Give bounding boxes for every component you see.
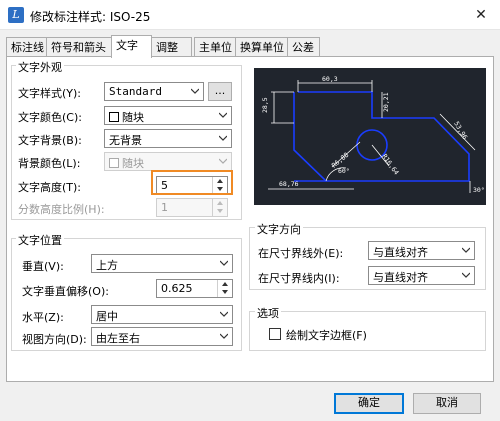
preview-dim-7: 68,76	[279, 180, 299, 188]
preview-drawing: 60,3 28,5 20,21 53,96 R16,64 R6,88 60° 6…	[261, 75, 485, 194]
fraction-height-label: 分数高度比例(H):	[18, 203, 105, 216]
text-color-select[interactable]: 随块	[104, 106, 232, 125]
horizontal-value: 居中	[96, 310, 118, 323]
preview-dim-6: 60°	[338, 167, 350, 175]
tab-text[interactable]: 文字	[111, 35, 152, 58]
window-title: 修改标注样式: ISO-25	[30, 10, 151, 24]
inside-extension-select[interactable]: 与直线对齐	[368, 266, 475, 285]
text-height-label: 文字高度(T):	[18, 181, 82, 194]
app-logo-icon: L	[8, 7, 24, 23]
chevron-down-icon	[220, 333, 228, 339]
options-title: 选项	[255, 305, 281, 321]
view-direction-label: 视图方向(D):	[22, 333, 87, 346]
chevron-down-icon	[220, 311, 228, 317]
fraction-height-value: 1	[161, 201, 168, 214]
vertical-value: 上方	[96, 259, 118, 272]
cancel-button[interactable]: 取消	[413, 393, 481, 414]
text-style-value: Standard	[109, 85, 162, 98]
inside-extension-label: 在尺寸界线内(I):	[258, 272, 340, 285]
vertical-offset-label: 文字垂直偏移(O):	[22, 285, 109, 298]
vertical-offset-input[interactable]: 0.625	[156, 279, 233, 298]
tab-alternate-units[interactable]: 换算单位	[235, 37, 288, 57]
text-placement-title: 文字位置	[16, 232, 64, 248]
tab-fit[interactable]: 调整	[151, 37, 192, 57]
chevron-down-icon	[462, 272, 470, 278]
background-color-select: 随块	[104, 152, 232, 171]
preview-dim-4: R16,64	[380, 153, 400, 177]
preview-dim-3: 53,96	[452, 120, 469, 141]
options-group	[249, 311, 486, 351]
text-background-value: 无背景	[109, 134, 142, 147]
preview-dim-0: 60,3	[322, 75, 338, 83]
close-icon: ✕	[475, 7, 487, 23]
text-background-label: 文字背景(B):	[18, 134, 82, 147]
chevron-down-icon	[219, 135, 227, 141]
spin-up-icon	[217, 201, 223, 205]
chevron-down-icon	[219, 158, 227, 164]
spin-up-icon[interactable]	[218, 280, 232, 288]
tab-symbols-arrows[interactable]: 符号和箭头	[46, 37, 112, 57]
spin-down-icon[interactable]	[218, 288, 232, 296]
text-style-select[interactable]: Standard	[104, 82, 204, 101]
horizontal-label: 水平(Z):	[22, 311, 64, 324]
chevron-down-icon	[219, 112, 227, 118]
vertical-label: 垂直(V):	[22, 260, 64, 273]
text-color-value: 随块	[122, 111, 144, 124]
text-alignment-title: 文字方向	[255, 221, 303, 237]
tab-primary-units[interactable]: 主单位	[194, 37, 236, 57]
preview-dim-2: 20,21	[382, 92, 390, 112]
text-color-label: 文字颜色(C):	[18, 111, 82, 124]
outside-extension-label: 在尺寸界线外(E):	[258, 247, 344, 260]
chevron-down-icon	[191, 88, 199, 94]
outside-extension-value: 与直线对齐	[373, 246, 428, 259]
color-swatch-icon	[109, 112, 119, 122]
color-swatch-icon	[109, 158, 119, 168]
tab-dimension-lines[interactable]: 标注线	[6, 37, 47, 57]
chevron-down-icon	[462, 247, 470, 253]
tab-panel-text: 文字外观 文字样式(Y): Standard ... 文字颜色(C): 随块 文…	[6, 56, 494, 382]
background-color-value: 随块	[122, 157, 144, 170]
text-height-highlight	[151, 170, 233, 195]
view-direction-select[interactable]: 由左至右	[91, 327, 233, 346]
preview-dim-8: 30°	[473, 186, 485, 194]
outside-extension-select[interactable]: 与直线对齐	[368, 241, 475, 260]
close-button[interactable]: ✕	[462, 0, 500, 30]
background-color-label: 背景颜色(L):	[18, 157, 81, 170]
view-direction-value: 由左至右	[96, 332, 140, 345]
dimension-preview: 60,3 28,5 20,21 53,96 R16,64 R6,88 60° 6…	[254, 68, 486, 205]
vertical-select[interactable]: 上方	[91, 254, 233, 273]
title-bar: L 修改标注样式: ISO-25 ✕	[0, 0, 500, 30]
preview-dim-1: 28,5	[261, 97, 269, 113]
horizontal-select[interactable]: 居中	[91, 305, 233, 324]
text-style-browse-button[interactable]: ...	[208, 82, 232, 101]
inside-extension-value: 与直线对齐	[373, 271, 428, 284]
draw-frame-checkbox[interactable]	[269, 328, 281, 340]
draw-frame-label[interactable]: 绘制文字边框(F)	[286, 327, 367, 343]
ok-button[interactable]: 确定	[334, 393, 404, 414]
vertical-offset-value: 0.625	[161, 282, 193, 295]
text-background-select[interactable]: 无背景	[104, 129, 232, 148]
text-style-label: 文字样式(Y):	[18, 87, 82, 100]
fraction-height-input: 1	[156, 198, 228, 217]
tab-tolerances[interactable]: 公差	[287, 37, 320, 57]
text-appearance-title: 文字外观	[16, 59, 64, 75]
spin-down-icon	[217, 209, 223, 213]
chevron-down-icon	[220, 260, 228, 266]
